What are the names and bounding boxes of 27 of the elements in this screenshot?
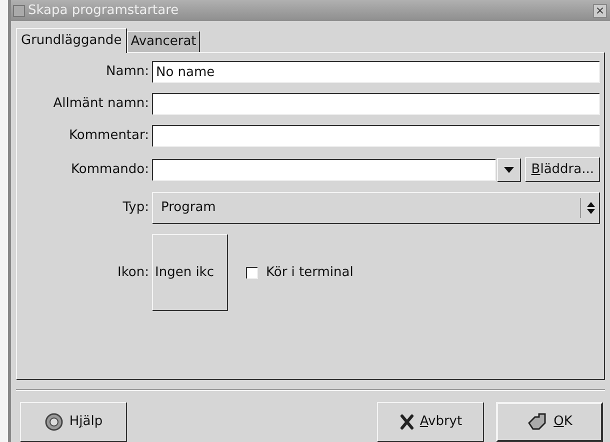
caret-down-icon — [504, 166, 514, 172]
field-label: Allmänt namn: — [52, 95, 150, 114]
ok-button[interactable]: OK — [496, 402, 603, 442]
text-field[interactable] — [152, 93, 600, 115]
text-field[interactable] — [152, 125, 600, 147]
field-label: Kommando: — [70, 160, 150, 179]
cross-icon — [398, 414, 415, 430]
field-label: Namn: — [105, 63, 150, 82]
field-label: Ikon: — [116, 264, 150, 282]
field-label: Typ: — [122, 199, 150, 218]
type-dropdown[interactable]: Program — [152, 192, 600, 224]
field-label: Kommentar: — [68, 127, 150, 146]
command-field[interactable] — [152, 158, 496, 180]
window-title: Skapa programstartare — [28, 2, 179, 20]
help-button[interactable]: Hjälp — [20, 402, 127, 442]
icon-button[interactable]: Ingen ikc — [152, 234, 228, 311]
dropdown-button[interactable] — [497, 158, 522, 182]
cancel-button[interactable]: Avbryt — [377, 402, 484, 442]
tab[interactable]: Avancerat — [126, 31, 200, 52]
terminal-checkbox[interactable]: Kör i terminal — [246, 262, 354, 282]
tab[interactable]: Grundläggande — [16, 28, 127, 53]
hand-icon — [526, 413, 549, 431]
lifebuoy-icon — [44, 412, 64, 432]
browse-button[interactable]: Bläddra... — [525, 157, 600, 182]
text-field[interactable]: No name — [152, 61, 600, 83]
close-button[interactable]: × — [593, 4, 607, 18]
up-down-arrows-icon — [587, 201, 595, 215]
